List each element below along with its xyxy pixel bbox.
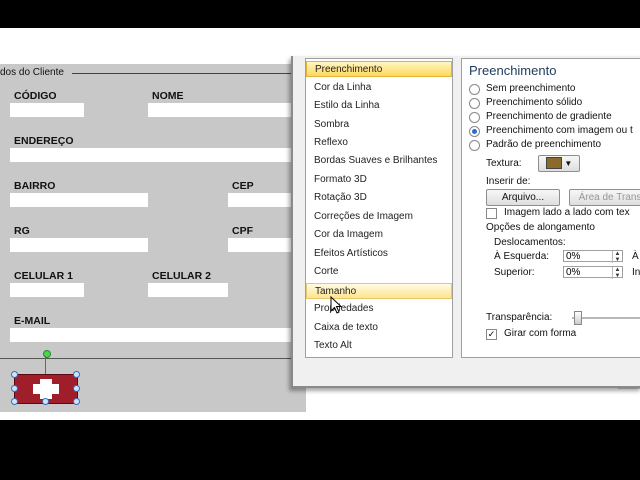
resize-handle[interactable] xyxy=(73,371,80,378)
label-celular2: CELULAR 2 xyxy=(152,270,211,282)
transparency-label: Transparência: xyxy=(486,312,553,323)
category-item[interactable]: Reflexo xyxy=(306,135,452,151)
cursor-icon xyxy=(330,296,343,314)
left-offset-value: 0% xyxy=(566,251,581,262)
right-offset-label: À xyxy=(632,251,639,262)
label-email: E-MAIL xyxy=(14,315,51,327)
resize-handle[interactable] xyxy=(11,385,18,392)
category-list: Preenchimento Cor da Linha Estilo da Linha… xyxy=(305,58,453,358)
offsets-label: Deslocamentos: xyxy=(494,237,566,248)
label-nome: NOME xyxy=(152,90,184,102)
texture-label: Textura: xyxy=(486,158,522,169)
resize-handle[interactable] xyxy=(42,398,49,405)
insert-from-label: Inserir de: xyxy=(486,176,531,187)
label-rg: RG xyxy=(14,225,30,237)
label-celular1: CELULAR 1 xyxy=(14,270,73,282)
category-item[interactable]: Efeitos Artísticos xyxy=(306,246,452,262)
celular2-field[interactable] xyxy=(148,283,228,297)
top-offset-label: Superior: xyxy=(494,267,535,278)
category-item[interactable]: Corte xyxy=(306,264,452,280)
clipboard-button[interactable]: Área de Trans xyxy=(569,189,640,206)
label-bairro: BAIRRO xyxy=(14,180,56,192)
group-title: dos do Cliente xyxy=(0,67,64,78)
category-item[interactable]: Rotação 3D xyxy=(306,190,452,206)
radio-solid-fill[interactable] xyxy=(469,98,480,109)
option-picture-fill[interactable]: Preenchimento com imagem ou t xyxy=(486,125,633,136)
rotate-with-shape-label: Girar com forma xyxy=(504,328,577,339)
cep-field[interactable] xyxy=(228,193,298,207)
category-item[interactable]: Estilo da Linha xyxy=(306,98,452,114)
chevron-down-icon: ▼ xyxy=(564,159,573,168)
codigo-field[interactable] xyxy=(10,103,84,117)
cpf-field[interactable] xyxy=(228,238,298,252)
format-shape-dialog: Preenchimento Cor da Linha Estilo da Linha… xyxy=(291,56,640,388)
left-offset-input[interactable]: 0% ▲ ▼ xyxy=(563,250,623,263)
resize-handle[interactable] xyxy=(11,371,18,378)
background-strip xyxy=(618,388,640,419)
bairro-field[interactable] xyxy=(10,193,148,207)
email-field[interactable] xyxy=(10,328,298,342)
tile-checkbox[interactable] xyxy=(486,208,497,219)
rotate-handle-line xyxy=(45,356,46,374)
spin-arrows-icon[interactable]: ▲ ▼ xyxy=(612,267,622,279)
transparency-slider-thumb[interactable] xyxy=(574,311,582,325)
tile-label: Imagem lado a lado com tex xyxy=(504,207,630,218)
top-offset-value: 0% xyxy=(566,267,581,278)
panel-title: Preenchimento xyxy=(469,63,557,78)
endereco-field[interactable] xyxy=(10,148,298,162)
option-no-fill[interactable]: Sem preenchimento xyxy=(486,83,576,94)
category-item[interactable]: Bordas Suaves e Brilhantes xyxy=(306,153,452,169)
group-frame-line xyxy=(72,73,304,74)
top-offset-input[interactable]: 0% ▲ ▼ xyxy=(563,266,623,279)
rotate-with-shape-checkbox[interactable]: ✓ xyxy=(486,329,497,340)
category-item[interactable]: Sombra xyxy=(306,117,452,133)
radio-picture-fill[interactable] xyxy=(469,126,480,137)
file-button[interactable]: Arquivo... xyxy=(486,189,560,206)
left-offset-label: À Esquerda: xyxy=(494,251,550,262)
category-item[interactable]: Cor da Linha xyxy=(306,80,452,96)
radio-pattern-fill[interactable] xyxy=(469,140,480,151)
radio-no-fill[interactable] xyxy=(469,84,480,95)
fill-panel: Preenchimento Sem preenchimento Preenchi… xyxy=(461,58,640,358)
stretch-options-label: Opções de alongamento xyxy=(486,222,595,233)
label-cep: CEP xyxy=(232,180,254,192)
resize-handle[interactable] xyxy=(73,385,80,392)
resize-handle[interactable] xyxy=(11,398,18,405)
category-item[interactable]: Propriedades xyxy=(306,301,452,317)
category-item[interactable]: Correções de Imagem xyxy=(306,209,452,225)
option-pattern-fill[interactable]: Padrão de preenchimento xyxy=(486,139,601,150)
radio-gradient-fill[interactable] xyxy=(469,112,480,123)
option-solid-fill[interactable]: Preenchimento sólido xyxy=(486,97,582,108)
rg-field[interactable] xyxy=(10,238,148,252)
category-item[interactable]: Formato 3D xyxy=(306,172,452,188)
category-item[interactable]: Texto Alt xyxy=(306,338,452,354)
category-item[interactable]: Preenchimento xyxy=(306,61,452,77)
resize-handle[interactable] xyxy=(73,398,80,405)
category-item[interactable]: Cor da Imagem xyxy=(306,227,452,243)
texture-swatch-icon xyxy=(545,157,562,170)
transparency-slider-track[interactable] xyxy=(572,317,640,319)
spin-arrows-icon[interactable]: ▲ ▼ xyxy=(612,251,622,263)
category-item[interactable]: Tamanho xyxy=(306,283,452,299)
celular1-field[interactable] xyxy=(10,283,84,297)
label-endereco: ENDEREÇO xyxy=(14,135,74,147)
label-cpf: CPF xyxy=(232,225,253,237)
option-gradient-fill[interactable]: Preenchimento de gradiente xyxy=(486,111,612,122)
nome-field[interactable] xyxy=(148,103,298,117)
category-item[interactable]: Caixa de texto xyxy=(306,320,452,336)
label-codigo: CÓDIGO xyxy=(14,90,57,102)
bottom-offset-label: In xyxy=(632,267,640,278)
texture-dropdown[interactable]: ▼ xyxy=(538,155,580,172)
